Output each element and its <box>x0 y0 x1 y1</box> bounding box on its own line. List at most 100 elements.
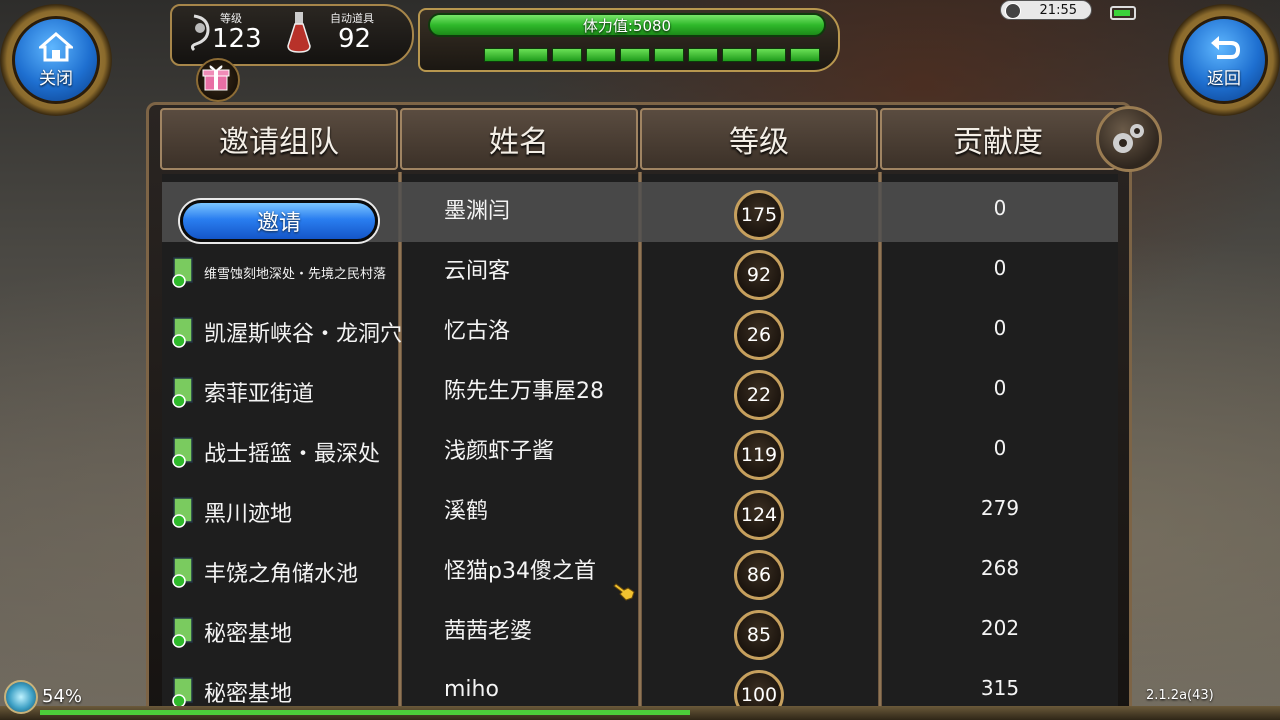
gift-icon <box>202 65 230 91</box>
contribution-value: 0 <box>993 376 1007 400</box>
table-row[interactable]: 维雪蚀刻地深处・先境之民村落 云间客 92 0 <box>162 242 1118 302</box>
energy-segment <box>518 48 548 62</box>
potion-icon <box>287 12 311 53</box>
location-cell: 黑川迹地 <box>170 482 400 542</box>
location-cell: 凯渥斯峡谷・龙洞穴 <box>170 302 403 362</box>
online-status-icon <box>172 437 193 468</box>
home-icon <box>39 31 73 61</box>
table-row[interactable]: 秘密基地 miho 100 315 <box>162 662 1118 708</box>
energy-segment <box>552 48 582 62</box>
table-row[interactable]: 邀请 墨渊闫 175 0 <box>162 182 1118 242</box>
contribution-value: 0 <box>993 436 1007 460</box>
member-name: 忆古洛 <box>444 319 511 344</box>
back-button[interactable]: 返回 <box>1168 4 1280 116</box>
location-text: 战士摇篮・最深处 <box>204 442 381 467</box>
location-cell: 战士摇篮・最深处 <box>170 422 400 482</box>
energy-segment <box>790 48 820 62</box>
energy-segment <box>654 48 684 62</box>
online-status-icon <box>172 377 193 408</box>
clock: 21:55 <box>1000 0 1092 20</box>
location-cell: 秘密基地 <box>170 662 400 708</box>
table-row[interactable]: 索菲亚街道 陈先生万事屋28 22 0 <box>162 362 1118 422</box>
level-badge: 175 <box>734 190 784 240</box>
close-button-face[interactable]: 关闭 <box>12 16 100 104</box>
location-cell: 丰饶之角储水池 <box>170 542 400 602</box>
energy-segment <box>688 48 718 62</box>
energy-segments <box>484 48 820 62</box>
clock-icon <box>1005 3 1021 19</box>
settings-button[interactable] <box>1096 106 1162 172</box>
header-invite: 邀请组队 <box>160 108 398 170</box>
contribution-value: 0 <box>993 196 1007 220</box>
network-icon <box>4 680 38 714</box>
back-label: 返回 <box>1207 68 1241 89</box>
location-cell: 维雪蚀刻地深处・先境之民村落 <box>170 242 400 302</box>
contribution-value: 279 <box>980 496 1020 520</box>
level-badge: 92 <box>734 250 784 300</box>
level-badge: 26 <box>734 310 784 360</box>
contribution-value: 0 <box>993 256 1007 280</box>
online-status-icon <box>172 257 193 288</box>
location-text: 秘密基地 <box>204 682 293 707</box>
gift-button[interactable] <box>196 58 240 102</box>
return-arrow-icon <box>1211 35 1240 59</box>
table-row[interactable]: 黑川迹地 溪鹤 124 279 <box>162 482 1118 542</box>
invite-button[interactable]: 邀请 <box>180 200 378 242</box>
contribution-value: 202 <box>980 616 1020 640</box>
back-button-face[interactable]: 返回 <box>1180 16 1268 104</box>
member-name: 茜茜老婆 <box>444 619 533 644</box>
level-badge: 22 <box>734 370 784 420</box>
contribution-value: 0 <box>993 316 1007 340</box>
location-text: 凯渥斯峡谷・龙洞穴 <box>204 322 403 347</box>
close-label: 关闭 <box>39 68 73 89</box>
gear-icon <box>1113 124 1144 153</box>
level-badge: 124 <box>734 490 784 540</box>
location-cell: 索菲亚街道 <box>170 362 400 422</box>
energy-segment <box>484 48 514 62</box>
level-value: 123 <box>212 24 262 54</box>
level-badge: 85 <box>734 610 784 660</box>
header-level: 等级 <box>640 108 878 170</box>
level-badge: 100 <box>734 670 784 708</box>
online-status-icon <box>172 557 193 588</box>
location-text: 丰饶之角储水池 <box>204 562 359 587</box>
member-name: miho <box>444 676 499 702</box>
member-name: 陈先生万事屋28 <box>444 379 604 404</box>
table-row[interactable]: 战士摇篮・最深处 浅颜虾子酱 119 0 <box>162 422 1118 482</box>
level-badge: 119 <box>734 430 784 480</box>
member-name: 墨渊闫 <box>444 199 511 224</box>
header-name: 姓名 <box>400 108 638 170</box>
location-cell: 秘密基地 <box>170 602 400 662</box>
table-row[interactable]: 丰饶之角储水池 怪猫p34傻之首 86 268 <box>162 542 1118 602</box>
online-status-icon <box>172 617 193 648</box>
online-status-icon <box>172 677 193 708</box>
location-text: 维雪蚀刻地深处・先境之民村落 <box>204 266 387 282</box>
location-text: 黑川迹地 <box>204 502 293 527</box>
auto-item-value: 92 <box>338 24 372 54</box>
version-text: 2.1.2a(43) <box>1146 688 1214 703</box>
online-status-icon <box>172 497 193 528</box>
member-name: 溪鹤 <box>444 499 489 524</box>
energy-segment <box>722 48 752 62</box>
online-status-icon <box>172 317 193 348</box>
signal-percent: 54% <box>42 686 83 707</box>
pointer-hand-icon <box>613 583 635 601</box>
energy-segment <box>756 48 786 62</box>
stamina-bar: 体力值:5080 <box>428 13 826 37</box>
member-name: 浅颜虾子酱 <box>444 439 555 464</box>
battery-icon <box>1110 6 1136 20</box>
level-badge: 86 <box>734 550 784 600</box>
close-button[interactable]: 关闭 <box>0 4 112 116</box>
stamina-text: 体力值:5080 <box>582 16 672 35</box>
location-text: 索菲亚街道 <box>204 382 315 407</box>
table-row[interactable]: 凯渥斯峡谷・龙洞穴 忆古洛 26 0 <box>162 302 1118 362</box>
location-text: 秘密基地 <box>204 622 293 647</box>
clock-time: 21:55 <box>1039 2 1077 18</box>
table-row[interactable]: 秘密基地 茜茜老婆 85 202 <box>162 602 1118 662</box>
energy-segment <box>586 48 616 62</box>
contribution-value: 268 <box>980 556 1020 580</box>
energy-segment <box>620 48 650 62</box>
contribution-value: 315 <box>980 676 1020 700</box>
header-contribution: 贡献度 <box>880 108 1116 170</box>
member-name: 云间客 <box>444 259 511 284</box>
